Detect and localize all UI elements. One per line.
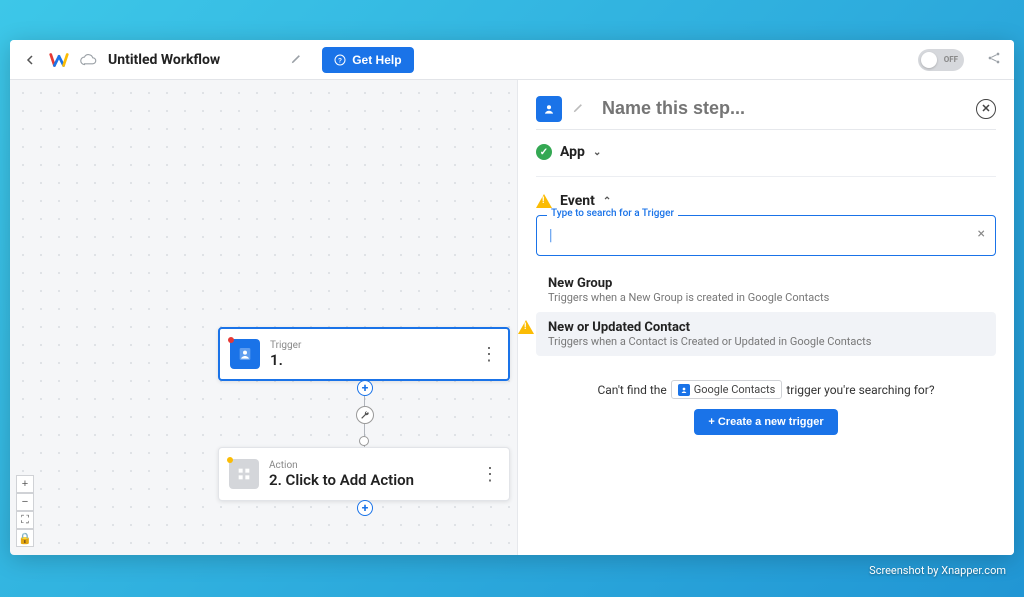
step-name-input[interactable] [602,94,966,123]
toggle-label: OFF [944,55,958,64]
google-contacts-icon [536,96,562,122]
event-section-toggle[interactable]: Event ⌃ [536,193,996,209]
edit-title-button[interactable] [290,50,304,69]
header-bar: Untitled Workflow ? Get Help OFF [10,40,1014,80]
workflow-enabled-toggle[interactable]: OFF [918,49,964,71]
screenshot-credit: Screenshot by Xnapper.com [869,564,1006,577]
status-dot-error [228,337,234,343]
app-section-label: App [560,144,585,160]
trigger-option-title: New Group [548,276,984,291]
cant-find-text-post: trigger you're searching for? [786,383,934,397]
input-caret: | [549,225,553,244]
svg-text:?: ? [338,57,342,64]
action-label: Action [269,460,414,471]
app-window: Untitled Workflow ? Get Help OFF Trig [10,40,1014,555]
workflow-title[interactable]: Untitled Workflow [108,52,220,68]
trigger-option[interactable]: New or Updated Contact Triggers when a C… [536,312,996,356]
trigger-option-desc: Triggers when a Contact is Created or Up… [548,335,984,348]
trigger-text: Trigger 1. [270,340,301,369]
event-section-label: Event [560,193,595,209]
main-area: Trigger 1. ⋮ + Action 2. Click to Add [10,80,1014,555]
back-button[interactable] [22,52,38,68]
app-logo [48,49,70,71]
edit-step-name-icon [572,99,586,118]
search-field-label: Type to search for a Trigger [547,208,678,219]
panel-header: ✕ [536,94,996,130]
chevron-down-icon: ⌄ [593,147,601,158]
canvas-lock-button[interactable]: 🔒 [16,529,34,547]
zoom-out-button[interactable]: − [16,493,34,511]
trigger-menu-button[interactable]: ⋮ [480,344,498,365]
get-help-button[interactable]: ? Get Help [322,47,413,73]
zoom-in-button[interactable]: + [16,475,34,493]
app-section-toggle[interactable]: ✓ App ⌄ [536,144,996,160]
action-placeholder-icon [229,459,259,489]
warning-icon [518,320,534,334]
check-icon: ✓ [536,144,552,160]
trigger-option[interactable]: New Group Triggers when a New Group is c… [536,268,996,312]
warning-icon [536,194,552,208]
close-panel-button[interactable]: ✕ [976,99,996,119]
trigger-name: 1. [270,351,301,369]
google-contacts-icon [230,339,260,369]
app-chip-label: Google Contacts [694,383,776,396]
cant-find-section: Can't find the Google Contacts trigger y… [536,380,996,435]
action-text: Action 2. Click to Add Action [269,460,414,489]
help-icon: ? [334,54,346,66]
connector-node[interactable] [359,436,369,446]
trigger-search-field[interactable]: Type to search for a Trigger | × [536,215,996,256]
trigger-search-input[interactable] [547,229,985,244]
action-step-card[interactable]: Action 2. Click to Add Action ⋮ [218,447,510,501]
zoom-controls: + − ⛶ 🔒 [16,475,34,547]
add-step-button-bottom[interactable]: + [357,500,373,516]
create-trigger-button[interactable]: + Create a new trigger [694,409,837,435]
trigger-label: Trigger [270,340,301,351]
divider [536,176,996,177]
trigger-option-desc: Triggers when a New Group is created in … [548,291,984,304]
get-help-label: Get Help [352,53,401,67]
trigger-option-title: New or Updated Contact [548,320,984,335]
status-dot-warning [227,457,233,463]
chevron-up-icon: ⌃ [603,196,611,207]
event-section: Event ⌃ Type to search for a Trigger | ×… [536,193,996,435]
cloud-sync-icon[interactable] [80,51,98,69]
wrench-icon [360,410,370,420]
branch-tool-button[interactable] [356,406,374,424]
cant-find-text-pre: Can't find the [597,383,666,397]
action-menu-button[interactable]: ⋮ [481,464,499,485]
zoom-fit-button[interactable]: ⛶ [16,511,34,529]
step-config-panel: ✕ ✓ App ⌄ Event ⌃ Type to search for a T… [517,80,1014,555]
google-contacts-icon [678,384,690,396]
trigger-step-card[interactable]: Trigger 1. ⋮ [218,327,510,381]
app-chip[interactable]: Google Contacts [671,380,783,399]
action-name: 2. Click to Add Action [269,471,414,489]
workflow-canvas[interactable]: Trigger 1. ⋮ + Action 2. Click to Add [10,80,517,555]
share-button[interactable] [986,50,1002,70]
trigger-options-list: New Group Triggers when a New Group is c… [536,268,996,356]
clear-search-button[interactable]: × [978,226,985,242]
add-step-button-top[interactable]: + [357,380,373,396]
